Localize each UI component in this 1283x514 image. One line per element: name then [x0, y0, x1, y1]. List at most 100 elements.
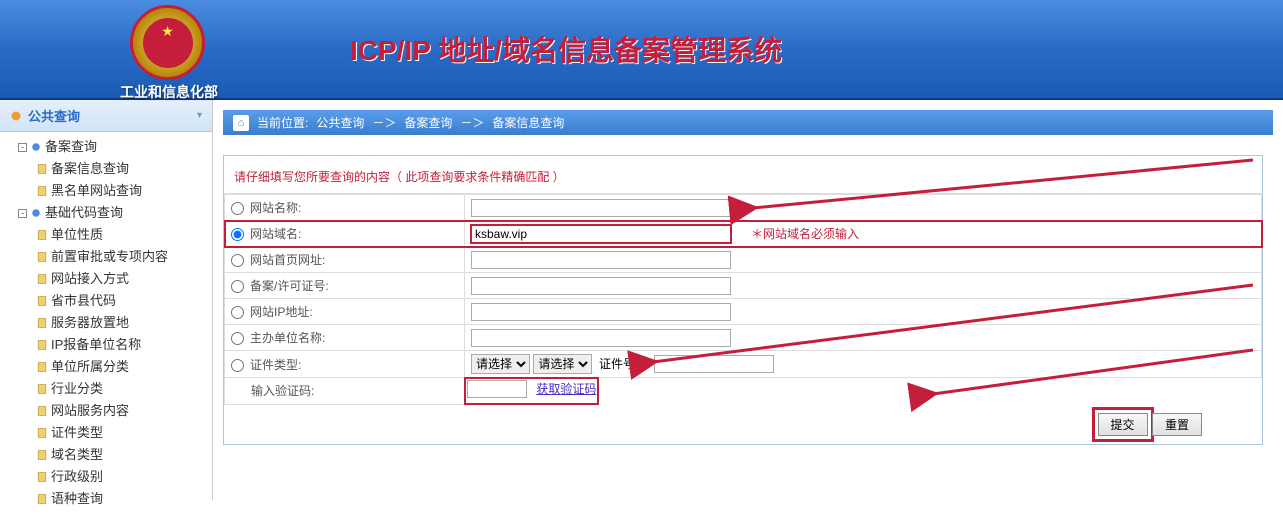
- tree-toggle-icon[interactable]: -: [18, 209, 27, 218]
- reset-button[interactable]: 重置: [1152, 413, 1202, 436]
- main-content: ⌂ 当前位置: 公共查询 －＞ 备案查询 －＞ 备案信息查询 请仔细填写您所要查…: [213, 100, 1283, 500]
- tree-item-label: 网站服务内容: [51, 402, 129, 420]
- tree-item[interactable]: 网站服务内容: [0, 400, 212, 422]
- breadcrumb-sep: －＞: [372, 114, 396, 131]
- system-title: ICP/IP 地址/域名信息备案管理系统: [350, 29, 782, 69]
- input-license[interactable]: [471, 277, 731, 295]
- tree-item[interactable]: 网站接入方式: [0, 268, 212, 290]
- tree-item[interactable]: 省市县代码: [0, 290, 212, 312]
- page-icon: [36, 493, 48, 505]
- tree-item-label: IP报备单位名称: [51, 336, 141, 354]
- tree-item[interactable]: 前置审批或专项内容: [0, 246, 212, 268]
- tree-item-label: 单位所属分类: [51, 358, 129, 376]
- tree-group[interactable]: - 备案查询: [0, 136, 212, 158]
- breadcrumb-p3[interactable]: 备案信息查询: [492, 114, 564, 131]
- input-cert-no[interactable]: [654, 355, 774, 373]
- tree-item-label: 证件类型: [51, 424, 103, 442]
- tree-item[interactable]: 黑名单网站查询: [0, 180, 212, 202]
- submit-button[interactable]: 提交: [1098, 413, 1148, 436]
- tree-item[interactable]: 备案信息查询: [0, 158, 212, 180]
- tree-item-label: 单位性质: [51, 226, 103, 244]
- tree-item[interactable]: IP报备单位名称: [0, 334, 212, 356]
- page-icon: [36, 449, 48, 461]
- radio-domain[interactable]: [231, 228, 244, 241]
- page-icon: [36, 163, 48, 175]
- input-homepage[interactable]: [471, 251, 731, 269]
- tree-item[interactable]: 域名类型: [0, 444, 212, 466]
- tree-item-label: 黑名单网站查询: [51, 182, 142, 200]
- row-site-name: 网站名称:: [225, 195, 1262, 221]
- header: 工业和信息化部 ICP/IP 地址/域名信息备案管理系统: [0, 0, 1283, 100]
- row-ip: 网站IP地址:: [225, 299, 1262, 325]
- breadcrumb-p1[interactable]: 公共查询: [316, 114, 364, 131]
- tree-item-label: 省市县代码: [51, 292, 116, 310]
- national-emblem-icon: [130, 5, 205, 80]
- tree-item-label: 备案信息查询: [51, 160, 129, 178]
- label-cert-type: 证件类型:: [250, 358, 301, 372]
- radio-site-name[interactable]: [231, 202, 244, 215]
- input-captcha[interactable]: [467, 380, 527, 398]
- tree-item-label: 前置审批或专项内容: [51, 248, 168, 266]
- domain-hint: ＊网站域名必须输入: [751, 227, 859, 241]
- tree-item[interactable]: 行业分类: [0, 378, 212, 400]
- page-icon: [36, 295, 48, 307]
- page-icon: [36, 361, 48, 373]
- label-sponsor: 主办单位名称:: [250, 331, 325, 345]
- label-captcha: 输入验证码:: [251, 384, 314, 398]
- breadcrumb-loc: 当前位置:: [257, 114, 308, 131]
- tree-item-label: 语种查询: [51, 490, 103, 508]
- tree-item[interactable]: 单位所属分类: [0, 356, 212, 378]
- label-license: 备案/许可证号:: [250, 279, 329, 293]
- page-icon: [36, 185, 48, 197]
- row-cert-type: 证件类型: 请选择 请选择 证件号码:: [225, 351, 1262, 378]
- folder-icon: [30, 207, 42, 219]
- tree-group[interactable]: -基础代码查询: [0, 202, 212, 224]
- label-ip: 网站IP地址:: [250, 305, 313, 319]
- nav-tree: - 备案查询备案信息查询黑名单网站查询 -基础代码查询单位性质前置审批或专项内容网站…: [0, 132, 212, 514]
- input-sponsor[interactable]: [471, 329, 731, 347]
- page-icon: [36, 339, 48, 351]
- page-icon: [36, 427, 48, 439]
- chevron-down-icon: ▾: [197, 110, 202, 121]
- page-icon: [36, 383, 48, 395]
- tree-item-label: 域名类型: [51, 446, 103, 464]
- tree-item[interactable]: 证件类型: [0, 422, 212, 444]
- sidebar-header[interactable]: 公共查询 ▾: [0, 100, 212, 132]
- radio-sponsor[interactable]: [231, 332, 244, 345]
- row-license: 备案/许可证号:: [225, 273, 1262, 299]
- input-site-name[interactable]: [471, 199, 731, 217]
- page-icon: [36, 471, 48, 483]
- row-homepage: 网站首页网址:: [225, 247, 1262, 273]
- radio-license[interactable]: [231, 280, 244, 293]
- tree-item-label: 服务器放置地: [51, 314, 129, 332]
- sidebar: 公共查询 ▾ - 备案查询备案信息查询黑名单网站查询 -基础代码查询单位性质前置审批…: [0, 100, 213, 500]
- query-form: 请仔细填写您所要查询的内容（ 此项查询要求条件精确匹配 ） 网站名称: 网站域名…: [223, 155, 1263, 445]
- page-icon: [36, 251, 48, 263]
- captcha-link[interactable]: 获取验证码: [536, 382, 596, 396]
- input-ip[interactable]: [471, 303, 731, 321]
- label-domain: 网站域名:: [250, 227, 301, 241]
- radio-cert-type[interactable]: [231, 359, 244, 372]
- tree-item[interactable]: 服务器放置地: [0, 312, 212, 334]
- dept-name: 工业和信息化部: [120, 82, 218, 102]
- select-cert-type-2[interactable]: 请选择: [533, 354, 592, 374]
- tree-item-label: 网站接入方式: [51, 270, 129, 288]
- page-icon: [36, 273, 48, 285]
- input-domain[interactable]: [471, 225, 731, 243]
- button-row: 提交 重置: [224, 405, 1262, 444]
- tree-item[interactable]: 单位性质: [0, 224, 212, 246]
- breadcrumb-p2[interactable]: 备案查询: [404, 114, 452, 131]
- tree-group-label: 备案查询: [45, 138, 97, 156]
- tree-item[interactable]: 行政级别: [0, 466, 212, 488]
- form-notice: 请仔细填写您所要查询的内容（ 此项查询要求条件精确匹配 ）: [224, 156, 1262, 194]
- row-captcha: 输入验证码: 获取验证码: [225, 378, 1262, 405]
- radio-homepage[interactable]: [231, 254, 244, 267]
- tree-item[interactable]: 语种查询: [0, 488, 212, 510]
- radio-ip[interactable]: [231, 306, 244, 319]
- page-icon: [36, 405, 48, 417]
- star-icon: [10, 110, 22, 122]
- tree-toggle-icon[interactable]: -: [18, 143, 27, 152]
- label-homepage: 网站首页网址:: [250, 253, 325, 267]
- breadcrumb-sep2: －＞: [460, 114, 484, 131]
- select-cert-type-1[interactable]: 请选择: [471, 354, 530, 374]
